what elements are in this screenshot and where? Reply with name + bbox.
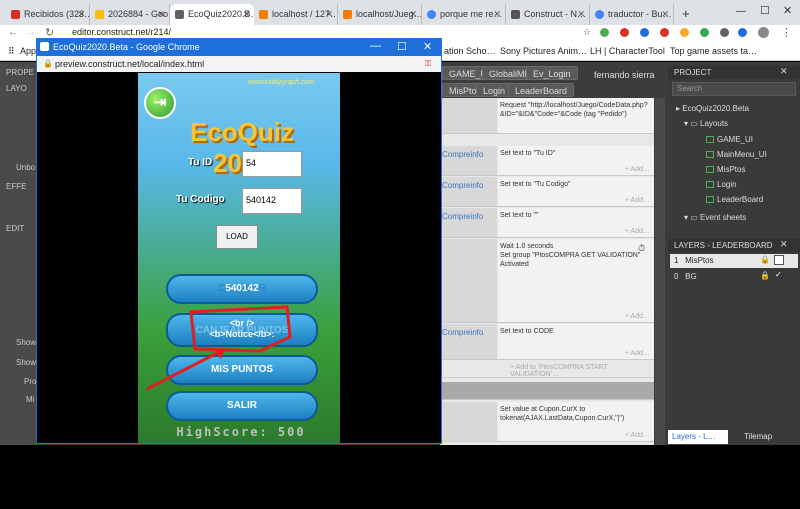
add-to-group-row[interactable]: + Add to 'PtosCOMPRA START VALIDATION'… [440,360,654,378]
sheet-scrollbar[interactable] [655,98,665,445]
layout-game-ui[interactable]: GAME_UI [706,135,753,144]
project-search-input[interactable]: Search [672,82,796,96]
close-icon[interactable]: ✕ [242,9,250,20]
drive-icon [95,10,104,19]
close-icon[interactable]: ✕ [325,9,333,20]
gmail-icon [11,10,20,19]
close-icon[interactable]: ✕ [157,9,165,20]
bookmark-charactertool[interactable]: LH | CharacterTool [590,46,665,56]
timer-icon: ⏱ [638,243,646,253]
tab-localhost-2[interactable]: localhost/Jueg… ✕ [338,4,422,25]
tab-localhost-1[interactable]: localhost / 127… ✕ [254,4,338,25]
lock-icon[interactable]: 🔒 [760,271,770,280]
extension-icon[interactable] [680,28,689,37]
close-icon[interactable]: ✕ [77,9,85,20]
tab-traductor[interactable]: traductor - Bu… ✕ [590,4,674,25]
page-icon [343,10,352,19]
extension-icon[interactable] [738,28,747,37]
tab-login[interactable]: Login [476,83,513,97]
close-icon[interactable]: ✕ [577,9,585,20]
layout-misptos[interactable]: MisPtos [706,165,745,174]
apps-icon[interactable]: ⠿ [8,46,15,57]
event-row[interactable]: Compreinfo Set text to "Tu ID" + Add… [440,146,654,176]
group-header[interactable] [440,382,654,400]
google-icon [427,10,436,19]
layout-tabs: GAME_UI GlobaliMP Ev_Login MisPtos Login… [440,62,668,98]
new-tab-button[interactable]: + [678,4,698,25]
project-root[interactable]: ▸ EcoQuiz2020.Beta [676,104,749,113]
user-name[interactable]: fernando sierra [594,70,655,80]
event-row[interactable]: Compreinfo Set text to CODE + Add… [440,324,654,360]
address-url[interactable]: editor.construct.net/r214/ [72,27,171,37]
tab-construct[interactable]: Construct - N… ✕ [506,4,590,25]
back-icon[interactable]: ← [8,27,18,38]
folder-layouts[interactable]: ▾ ▭ Layouts [684,119,728,128]
tab-leaderboard[interactable]: LeaderBoard [508,83,575,97]
layout-icon [706,166,714,174]
extension-icon[interactable] [620,28,629,37]
layout-icon [706,181,714,189]
close-icon[interactable]: ✕ [409,9,417,20]
google-icon [595,10,604,19]
layout-login[interactable]: Login [706,180,737,189]
page-icon [175,10,184,19]
tab-tilemap[interactable]: Tilemap [732,430,796,444]
extension-icon[interactable] [700,28,709,37]
folder-event-sheets[interactable]: ▾ ▭ Event sheets [684,213,746,222]
menu-icon[interactable]: ⋮ [781,26,792,39]
extension-icon[interactable] [640,28,649,37]
star-icon[interactable]: ☆ [583,27,591,38]
layer-row[interactable]: 1 MisPtos 🔒 [670,254,798,268]
close-icon[interactable]: ✕ [661,9,669,20]
tab-ecoquiz[interactable]: EcoQuiz2020.B… ✕ [170,4,254,25]
lock-icon[interactable]: 🔒 [760,255,770,264]
layout-icon [706,196,714,204]
properties-panel: PROPE LAYO Unbo EFFE EDIT Show Show Pro … [0,62,36,445]
event-row[interactable]: Set value at Cupon.CurX to tokenat(AJAX.… [440,402,654,442]
close-icon[interactable]: ✕ [780,66,788,77]
phpmyadmin-icon [259,10,268,19]
layer-row[interactable]: 0 BG 🔒 ✓ [670,270,798,284]
bookmark-school[interactable]: ation Scho… [444,46,496,56]
annotation-overlay [146,305,292,391]
maximize-icon[interactable]: ☐ [760,4,770,17]
close-window-icon[interactable]: ✕ [783,4,792,17]
event-sheet: Request "http://localhost/Juego/CodeData… [440,98,654,445]
annotation-box [189,305,292,353]
extension-icon[interactable] [660,28,669,37]
bookmark-game-assets[interactable]: Top game assets ta… [670,46,757,56]
minimize-icon[interactable]: — [736,6,746,17]
tab-ev-login[interactable]: Ev_Login [526,66,578,80]
tab-drive[interactable]: 2026884 - Goo…✕ [90,4,170,25]
check-icon[interactable]: ✓ [775,270,782,279]
bookmark-sony[interactable]: Sony Pictures Anim… [500,46,587,56]
forward-icon[interactable]: → [26,27,36,38]
close-icon[interactable]: ✕ [493,9,501,20]
close-icon[interactable]: ✕ [780,239,788,250]
extension-icon[interactable] [720,28,729,37]
event-row[interactable]: Request "http://localhost/Juego/CodeData… [440,98,654,134]
construct-icon [511,10,520,19]
event-row[interactable]: Wait 1.0 seconds Set group "PtosCOMPRA G… [440,239,654,323]
avatar[interactable] [758,27,769,38]
visible-checkbox[interactable] [774,255,784,265]
layout-mainmenu-ui[interactable]: MainMenu_UI [706,150,767,159]
tab-layers[interactable]: Layers - L… [668,430,728,444]
event-row[interactable]: Compreinfo Set text to "Tu Codigo" + Add… [440,177,654,207]
layout-leaderboard[interactable]: LeaderBoard [706,195,763,204]
extension-icon[interactable] [600,28,609,37]
project-panel: PROJECT ✕ Search ▸ EcoQuiz2020.Beta ▾ ▭ … [668,62,800,445]
event-row[interactable]: Compreinfo Set text to "" + Add… [440,208,654,238]
browser-tab-bar: Recibidos (323…✕ 2026884 - Goo…✕ EcoQuiz… [0,0,800,25]
layout-icon [706,136,714,144]
tab-recibidos[interactable]: Recibidos (323… ✕ [6,4,90,25]
annotation-arrow [146,347,226,391]
preview-window: EcoQuiz2020.Beta - Google Chrome — ☐ ✕ p… [36,38,442,444]
tab-google-search[interactable]: porque me re… ✕ [422,4,506,25]
layout-icon [706,151,714,159]
taskbar [0,445,800,509]
